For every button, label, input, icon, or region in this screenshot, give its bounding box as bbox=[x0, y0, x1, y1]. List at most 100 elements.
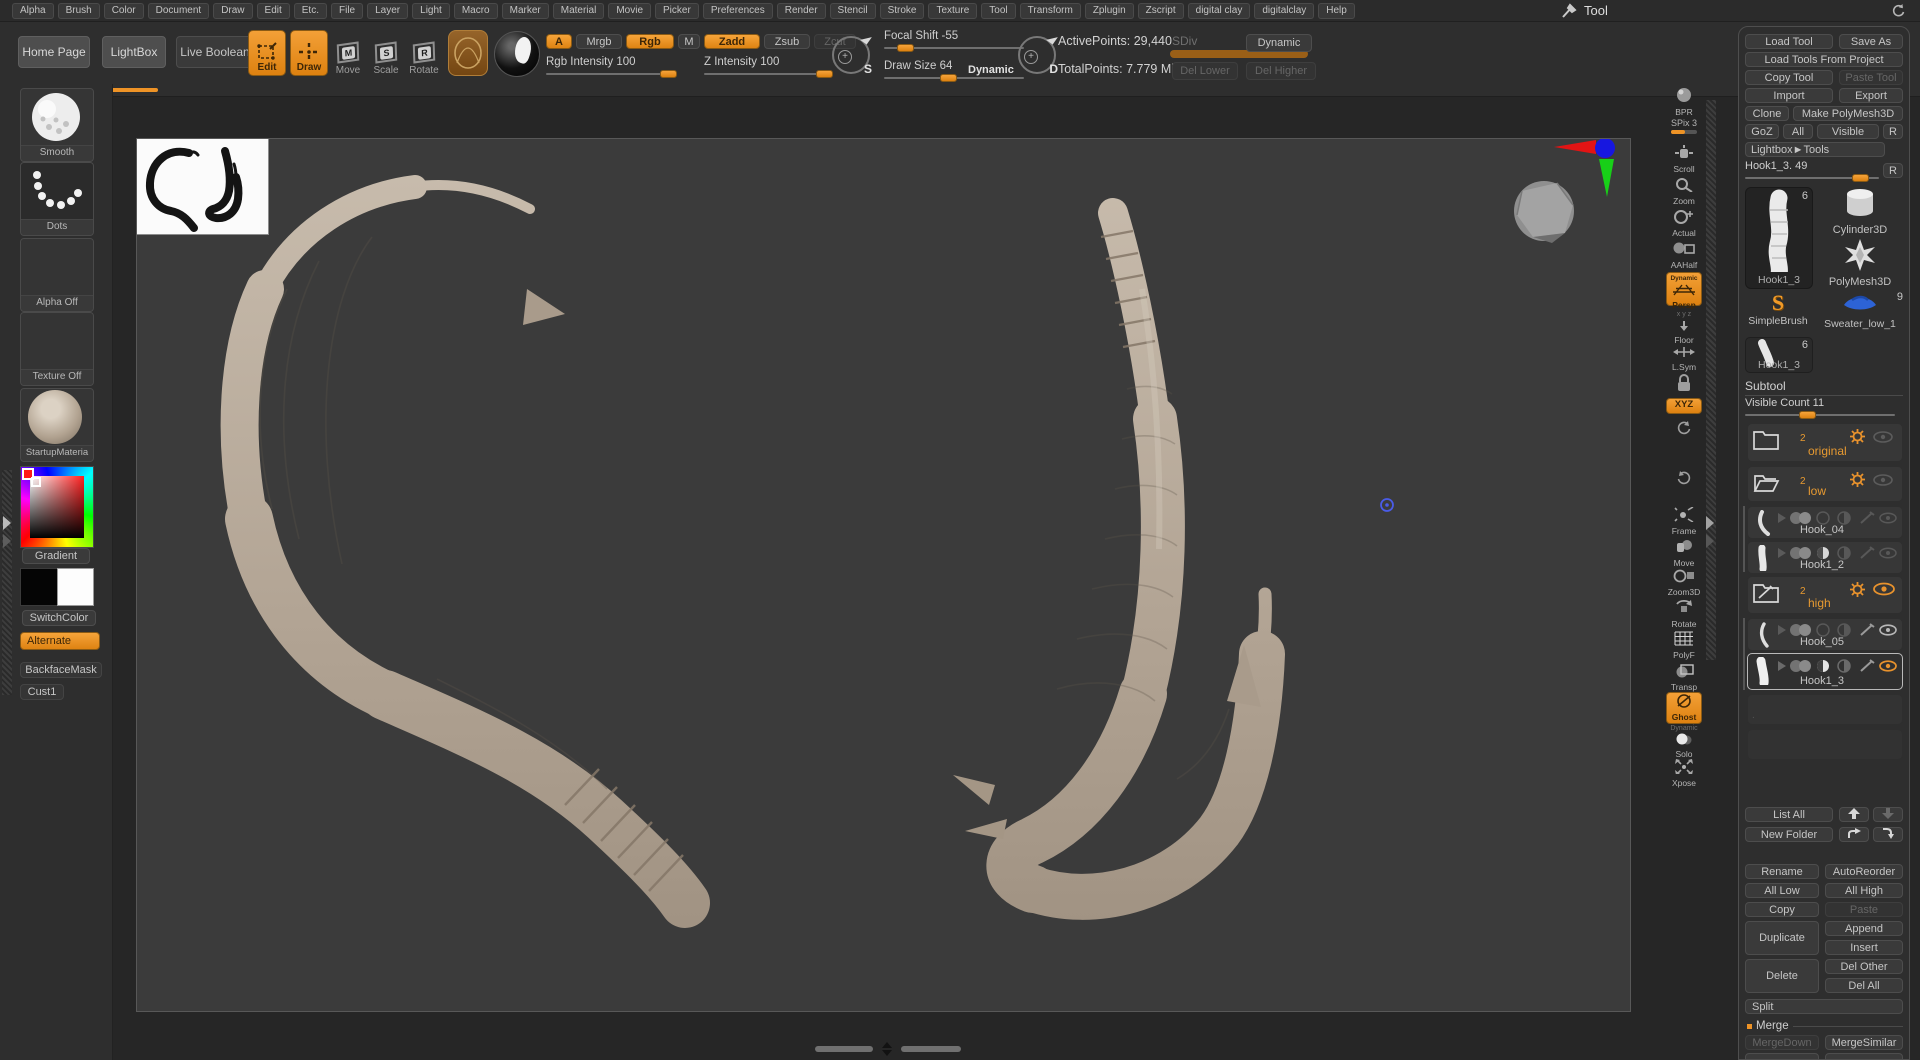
document-thumbnail[interactable] bbox=[137, 139, 269, 235]
shelf-item-actual[interactable]: Actual bbox=[1666, 208, 1702, 239]
menu-item-texture[interactable]: Texture bbox=[928, 3, 977, 19]
visible-count-handle[interactable] bbox=[1799, 411, 1816, 419]
subtool-mini-icons[interactable] bbox=[1776, 622, 1898, 637]
eye-icon[interactable] bbox=[1872, 430, 1894, 444]
menu-item-zscript[interactable]: Zscript bbox=[1138, 3, 1184, 19]
dynamic-subdiv-button[interactable]: Dynamic bbox=[1246, 34, 1312, 52]
copy-tool-button[interactable]: Copy Tool bbox=[1745, 70, 1833, 85]
subtool-folder-low[interactable]: 2 low bbox=[1747, 466, 1903, 502]
shelf-item-lsym[interactable]: L.Sym bbox=[1666, 344, 1702, 373]
merge-visible-button-clipped[interactable] bbox=[1745, 1053, 1819, 1060]
insert-button[interactable]: Insert bbox=[1825, 940, 1903, 955]
menu-item-help[interactable]: Help bbox=[1318, 3, 1355, 19]
copy-subtool-button[interactable]: Copy bbox=[1745, 902, 1819, 917]
del-lower-button[interactable]: Del Lower bbox=[1172, 62, 1238, 80]
shelf-item-xpose[interactable]: Xpose bbox=[1666, 758, 1702, 789]
zsub-button[interactable]: Zsub bbox=[764, 34, 810, 49]
menu-item-material[interactable]: Material bbox=[553, 3, 605, 19]
spix-slider-handle[interactable] bbox=[1671, 130, 1685, 134]
menu-item-transform[interactable]: Transform bbox=[1020, 3, 1081, 19]
subtool-row-hook04[interactable]: Hook_04 bbox=[1747, 506, 1903, 539]
tool-item-active[interactable]: 6 Hook1_3 bbox=[1745, 187, 1813, 289]
gear-icon[interactable] bbox=[1849, 471, 1866, 488]
move-down-button[interactable] bbox=[1873, 807, 1903, 822]
subtool-empty-slot[interactable] bbox=[1747, 729, 1903, 760]
active-tool-slider-handle[interactable] bbox=[1852, 174, 1869, 182]
current-stroke-button[interactable] bbox=[448, 30, 488, 76]
subtool-mini-icons[interactable] bbox=[1776, 510, 1898, 525]
shelf-item-frame[interactable]: Frame bbox=[1666, 506, 1702, 537]
shelf-item-spin-y[interactable] bbox=[1666, 420, 1702, 441]
move-up-button[interactable] bbox=[1839, 807, 1869, 822]
left-tray-divider[interactable] bbox=[2, 470, 12, 695]
make-polymesh3d-button[interactable]: Make PolyMesh3D bbox=[1793, 106, 1903, 121]
move-mode-button[interactable]: M Move bbox=[330, 30, 366, 76]
zadd-button[interactable]: Zadd bbox=[704, 34, 760, 49]
current-material-tile[interactable]: StartupMateria bbox=[20, 388, 94, 462]
all-low-button[interactable]: All Low bbox=[1745, 883, 1819, 898]
menu-item-render[interactable]: Render bbox=[777, 3, 826, 19]
h-scrollbar-right[interactable] bbox=[901, 1046, 961, 1052]
rotate-mode-button[interactable]: R Rotate bbox=[406, 30, 442, 76]
rgb-button[interactable]: Rgb bbox=[626, 34, 674, 49]
stroke-settings-icon[interactable]: + S bbox=[832, 36, 870, 74]
home-page-button[interactable]: Home Page bbox=[18, 36, 90, 68]
backface-mask-button[interactable]: BackfaceMask bbox=[20, 662, 102, 678]
scale-mode-button[interactable]: S Scale bbox=[368, 30, 404, 76]
subtool-folder-original[interactable]: 2 original bbox=[1747, 423, 1903, 462]
shelf-item-zoom3d[interactable]: Zoom3D bbox=[1666, 568, 1702, 598]
move-out-folder-button[interactable] bbox=[1839, 827, 1869, 842]
mrgb-button[interactable]: Mrgb bbox=[576, 34, 622, 49]
move-into-folder-button[interactable] bbox=[1873, 827, 1903, 842]
scroll-arrows[interactable] bbox=[877, 1042, 897, 1056]
shelf-item-scroll[interactable]: Scroll bbox=[1666, 144, 1702, 175]
paste-tool-button[interactable]: Paste Tool bbox=[1839, 70, 1903, 85]
new-folder-button[interactable]: New Folder bbox=[1745, 827, 1833, 842]
goz-all-button[interactable]: All bbox=[1783, 124, 1813, 139]
sv-cursor[interactable] bbox=[31, 477, 41, 487]
weld-button-clipped[interactable] bbox=[1825, 1053, 1903, 1060]
h-scrollbar-left[interactable] bbox=[815, 1046, 873, 1052]
subtool-row-hook1-3-selected[interactable]: Hook1_3 bbox=[1747, 653, 1903, 690]
tool-item-polymesh3d[interactable]: PolyMesh3D bbox=[1815, 239, 1905, 287]
list-all-button[interactable]: List All bbox=[1745, 807, 1833, 822]
rgb-intensity-slider[interactable]: Rgb Intensity 100 bbox=[546, 56, 676, 75]
menu-item-light[interactable]: Light bbox=[412, 3, 450, 19]
goz-button[interactable]: GoZ bbox=[1745, 124, 1779, 139]
delete-button[interactable]: Delete bbox=[1745, 959, 1819, 993]
draw-mode-button[interactable]: Draw bbox=[290, 30, 328, 76]
current-alpha-tile[interactable]: Alpha Off bbox=[20, 238, 94, 312]
shelf-item-camera-lock[interactable] bbox=[1666, 372, 1702, 399]
menu-item-draw[interactable]: Draw bbox=[213, 3, 252, 19]
restore-configuration-icon[interactable] bbox=[1890, 3, 1906, 19]
menu-item-macro[interactable]: Macro bbox=[454, 3, 498, 19]
goz-r-button[interactable]: R bbox=[1883, 124, 1903, 139]
cust1-button[interactable]: Cust1 bbox=[20, 684, 64, 700]
menu-item-etc[interactable]: Etc. bbox=[294, 3, 327, 19]
menu-item-marker[interactable]: Marker bbox=[502, 3, 549, 19]
goz-visible-button[interactable]: Visible bbox=[1817, 124, 1879, 139]
duplicate-button[interactable]: Duplicate bbox=[1745, 921, 1819, 955]
clone-button[interactable]: Clone bbox=[1745, 106, 1789, 121]
eye-icon[interactable] bbox=[1872, 581, 1896, 597]
merge-down-button[interactable]: MergeDown bbox=[1745, 1035, 1819, 1050]
a-button[interactable]: A bbox=[546, 34, 572, 49]
menu-item-digital-clay[interactable]: digital clay bbox=[1188, 3, 1251, 19]
current-stroke-tile[interactable]: Dots bbox=[20, 162, 94, 236]
split-button[interactable]: Split bbox=[1745, 999, 1903, 1014]
rename-button[interactable]: Rename bbox=[1745, 864, 1819, 879]
shelf-item-rotate3d[interactable]: Rotate bbox=[1666, 598, 1702, 630]
shelf-item-spix[interactable]: SPix 3 bbox=[1666, 118, 1702, 135]
menu-item-edit[interactable]: Edit bbox=[257, 3, 290, 19]
menu-item-movie[interactable]: Movie bbox=[608, 3, 651, 19]
menu-item-layer[interactable]: Layer bbox=[367, 3, 408, 19]
subtool-empty-slot[interactable]: . bbox=[1747, 694, 1903, 725]
shelf-item-floor[interactable]: x y z Floor bbox=[1666, 310, 1702, 346]
shelf-item-zoom[interactable]: Zoom bbox=[1666, 176, 1702, 207]
current-brush-tile[interactable]: Smooth bbox=[20, 88, 94, 162]
auto-reorder-button[interactable]: AutoReorder bbox=[1825, 864, 1903, 879]
rgb-intensity-handle[interactable] bbox=[660, 70, 677, 78]
paste-subtool-button[interactable]: Paste bbox=[1825, 902, 1903, 917]
eye-icon[interactable] bbox=[1872, 473, 1894, 487]
live-boolean-button[interactable]: Live Boolean bbox=[176, 36, 254, 68]
